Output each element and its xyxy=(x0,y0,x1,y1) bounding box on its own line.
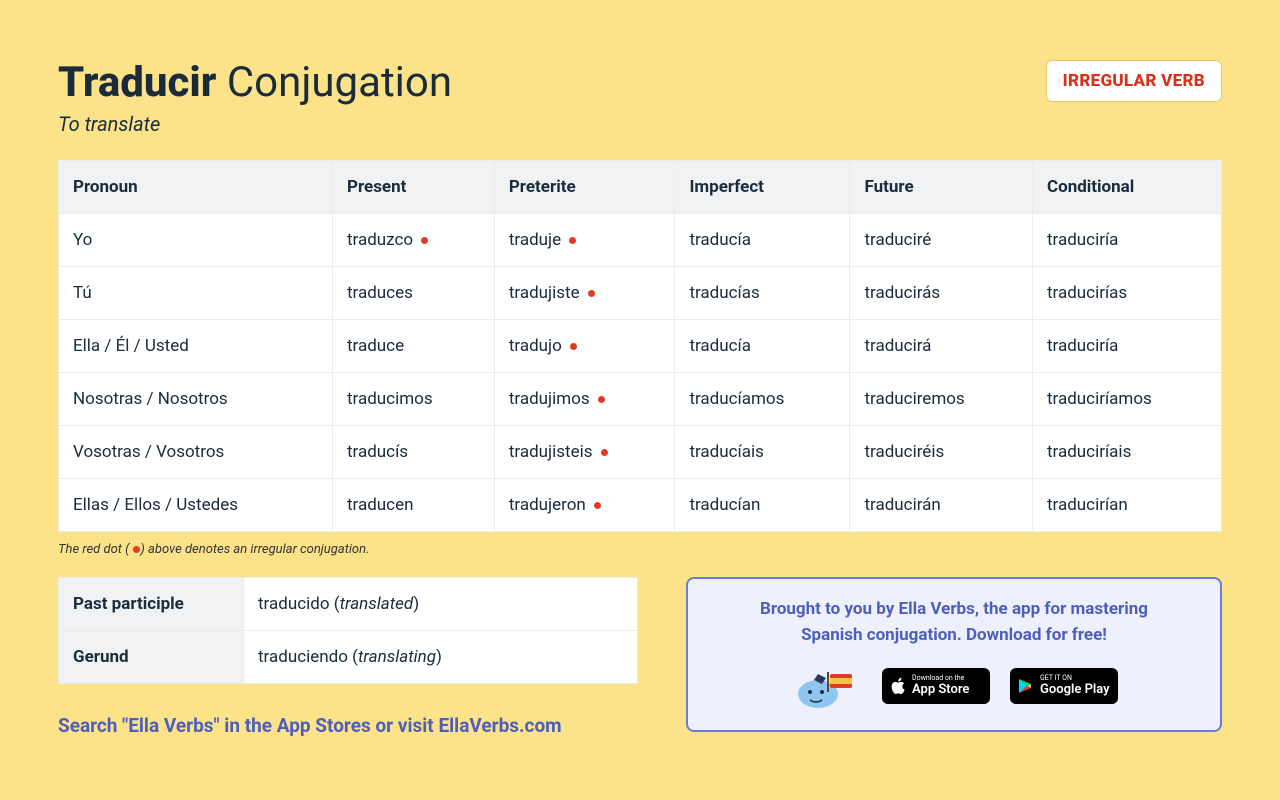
table-row: Yotraduzco traduje traducía traduciré tr… xyxy=(59,214,1222,267)
conjugation-cell: traduciría xyxy=(1032,214,1221,267)
forms-table: Past participle traducido (translated) G… xyxy=(58,577,638,684)
apple-icon xyxy=(890,677,906,695)
past-participle-value: traducido (translated) xyxy=(244,578,638,631)
table-row: Ellas / Ellos / Ustedestraducen tradujer… xyxy=(59,479,1222,532)
conjugation-cell: tradujeron xyxy=(494,479,675,532)
column-header: Future xyxy=(850,161,1033,214)
google-play-button[interactable]: GET IT ONGoogle Play xyxy=(1010,668,1118,704)
table-row: Gerund traduciendo (translating) xyxy=(59,631,638,684)
promo-box: Brought to you by Ella Verbs, the app fo… xyxy=(686,577,1222,732)
title-suffix: Conjugation xyxy=(227,58,452,107)
column-header: Conditional xyxy=(1032,161,1221,214)
conjugation-cell: tradujiste xyxy=(494,267,675,320)
conjugation-cell: traduces xyxy=(332,267,494,320)
conjugation-cell: traduje xyxy=(494,214,675,267)
conjugation-cell: traducíamos xyxy=(675,373,850,426)
conjugation-cell: traducimos xyxy=(332,373,494,426)
column-header: Imperfect xyxy=(675,161,850,214)
column-header: Present xyxy=(332,161,494,214)
conjugation-cell: traducirá xyxy=(850,320,1033,373)
app-store-button[interactable]: Download on theApp Store xyxy=(882,668,990,704)
verb-name: Traducir xyxy=(58,58,216,107)
irregular-dot-icon xyxy=(594,502,601,509)
conjugation-cell: traduciremos xyxy=(850,373,1033,426)
gerund-label: Gerund xyxy=(59,631,244,684)
irregular-dot-icon xyxy=(421,237,428,244)
column-header: Preterite xyxy=(494,161,675,214)
table-row: Ella / Él / Ustedtraduce tradujo traducí… xyxy=(59,320,1222,373)
search-line: Search "Ella Verbs" in the App Stores or… xyxy=(58,714,638,737)
promo-text: Brought to you by Ella Verbs, the app fo… xyxy=(712,597,1196,648)
conjugation-cell: traduciríamos xyxy=(1032,373,1221,426)
irregular-dot-icon xyxy=(598,396,605,403)
conjugation-cell: tradujimos xyxy=(494,373,675,426)
conjugation-table: PronounPresentPreteriteImperfectFutureCo… xyxy=(58,160,1222,532)
pronoun-cell: Vosotras / Vosotros xyxy=(59,426,333,479)
irregular-dot-icon xyxy=(569,237,576,244)
conjugation-cell: tradujisteis xyxy=(494,426,675,479)
pronoun-cell: Nosotras / Nosotros xyxy=(59,373,333,426)
mascot-icon xyxy=(790,662,862,710)
conjugation-cell: traducirán xyxy=(850,479,1033,532)
pronoun-cell: Ella / Él / Usted xyxy=(59,320,333,373)
irregular-dot-icon xyxy=(601,449,608,456)
conjugation-cell: traducirían xyxy=(1032,479,1221,532)
conjugation-cell: traduce xyxy=(332,320,494,373)
conjugation-cell: traducía xyxy=(675,214,850,267)
conjugation-cell: traducirías xyxy=(1032,267,1221,320)
past-participle-label: Past participle xyxy=(59,578,244,631)
pronoun-cell: Ellas / Ellos / Ustedes xyxy=(59,479,333,532)
table-row: Vosotras / Vosotrostraducís tradujisteis… xyxy=(59,426,1222,479)
google-play-icon xyxy=(1018,678,1034,694)
conjugation-cell: tradujo xyxy=(494,320,675,373)
legend-text: The red dot () above denotes an irregula… xyxy=(58,542,1222,557)
conjugation-cell: traduciréis xyxy=(850,426,1033,479)
conjugation-cell: traducen xyxy=(332,479,494,532)
irregular-dot-icon xyxy=(570,343,577,350)
irregular-dot-icon xyxy=(588,290,595,297)
conjugation-cell: traduzco xyxy=(332,214,494,267)
column-header: Pronoun xyxy=(59,161,333,214)
pronoun-cell: Tú xyxy=(59,267,333,320)
page-title: Traducir Conjugation xyxy=(58,60,452,106)
conjugation-cell: traduciré xyxy=(850,214,1033,267)
conjugation-cell: traducirás xyxy=(850,267,1033,320)
irregular-badge: IRREGULAR VERB xyxy=(1046,60,1222,102)
table-row: Past participle traducido (translated) xyxy=(59,578,638,631)
pronoun-cell: Yo xyxy=(59,214,333,267)
table-row: Nosotras / Nosotrostraducimos tradujimos… xyxy=(59,373,1222,426)
table-row: Tútraduces tradujiste traducías traducir… xyxy=(59,267,1222,320)
conjugation-cell: traducías xyxy=(675,267,850,320)
conjugation-cell: traducía xyxy=(675,320,850,373)
conjugation-cell: traducían xyxy=(675,479,850,532)
conjugation-cell: traduciría xyxy=(1032,320,1221,373)
conjugation-cell: traducís xyxy=(332,426,494,479)
conjugation-cell: traducíais xyxy=(675,426,850,479)
gerund-value: traduciendo (translating) xyxy=(244,631,638,684)
verb-translation: To translate xyxy=(58,112,1222,136)
conjugation-cell: traduciríais xyxy=(1032,426,1221,479)
